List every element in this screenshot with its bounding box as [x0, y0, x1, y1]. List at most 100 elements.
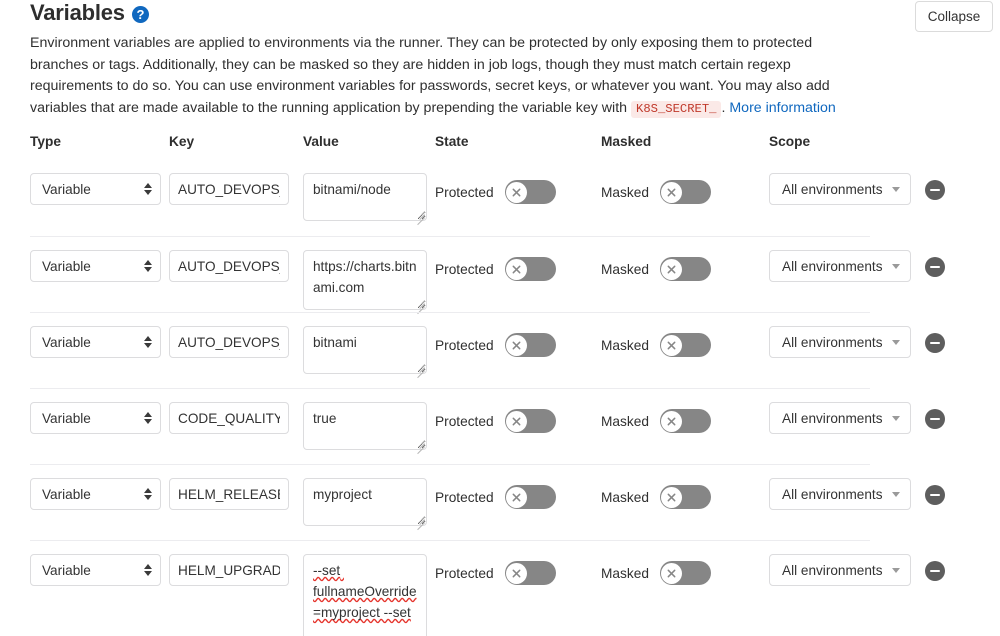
- toggle-knob: [661, 335, 682, 356]
- minus-icon: [930, 570, 940, 572]
- protected-toggle[interactable]: [505, 180, 556, 204]
- remove-cell: [925, 257, 945, 277]
- scope-dropdown[interactable]: All environments: [769, 326, 911, 358]
- close-x-icon: [667, 493, 676, 502]
- scope-dropdown[interactable]: All environments: [769, 554, 911, 586]
- masked-label: Masked: [601, 414, 649, 429]
- value-textarea[interactable]: [303, 478, 427, 526]
- scope-cell: All environments: [769, 402, 911, 434]
- masked-toggle[interactable]: [660, 561, 711, 585]
- table-row: Variable Protected: [30, 312, 870, 388]
- chevron-down-icon: [892, 264, 900, 269]
- page-title: Variables ?: [30, 0, 149, 26]
- masked-toggle[interactable]: [660, 485, 711, 509]
- state-label: Protected: [435, 414, 494, 429]
- type-select[interactable]: Variable: [30, 402, 161, 434]
- type-select[interactable]: Variable: [30, 554, 161, 586]
- protected-toggle[interactable]: [505, 561, 556, 585]
- scope-dropdown[interactable]: All environments: [769, 173, 911, 205]
- type-cell: Variable: [30, 402, 161, 434]
- key-input[interactable]: [169, 478, 289, 510]
- chevron-down-icon: [892, 187, 900, 192]
- masked-label: Masked: [601, 338, 649, 353]
- scope-dropdown[interactable]: All environments: [769, 478, 911, 510]
- close-x-icon: [512, 265, 521, 274]
- masked-toggle[interactable]: [660, 180, 711, 204]
- type-select[interactable]: Variable: [30, 173, 161, 205]
- table-row: Variable Protected: [30, 388, 870, 464]
- minus-icon: [930, 494, 940, 496]
- type-cell: Variable: [30, 173, 161, 205]
- toggle-knob: [661, 411, 682, 432]
- table-header-row: Type Key Value State Masked Scope: [0, 134, 1000, 160]
- remove-cell: [925, 409, 945, 429]
- page-title-text: Variables: [30, 0, 125, 26]
- state-cell: Protected: [435, 561, 556, 585]
- masked-toggle[interactable]: [660, 257, 711, 281]
- value-textarea[interactable]: [303, 326, 427, 374]
- column-header-masked: Masked: [601, 134, 651, 149]
- remove-variable-button[interactable]: [925, 485, 945, 505]
- table-row: Variable Protected: [30, 160, 870, 236]
- scope-dropdown[interactable]: All environments: [769, 402, 911, 434]
- toggle-knob: [661, 487, 682, 508]
- type-select[interactable]: Variable: [30, 250, 161, 282]
- more-information-link[interactable]: More information: [729, 100, 835, 116]
- toggle-knob: [506, 335, 527, 356]
- key-input[interactable]: [169, 173, 289, 205]
- type-select[interactable]: Variable: [30, 478, 161, 510]
- code-badge-k8s-secret: K8S_SECRET_: [631, 101, 721, 118]
- masked-label: Masked: [601, 566, 649, 581]
- close-x-icon: [512, 188, 521, 197]
- protected-toggle[interactable]: [505, 485, 556, 509]
- remove-variable-button[interactable]: [925, 180, 945, 200]
- value-textarea[interactable]: [303, 554, 427, 636]
- column-header-type: Type: [30, 134, 61, 149]
- protected-toggle[interactable]: [505, 257, 556, 281]
- key-cell: [169, 554, 289, 586]
- collapse-button[interactable]: Collapse: [915, 1, 993, 32]
- masked-cell: Masked: [601, 257, 711, 281]
- section-header: Variables ? Collapse: [0, 0, 1000, 34]
- column-header-state: State: [435, 134, 468, 149]
- key-input[interactable]: [169, 250, 289, 282]
- key-input[interactable]: [169, 326, 289, 358]
- question-circle-icon[interactable]: ?: [132, 6, 149, 23]
- remove-variable-button[interactable]: [925, 409, 945, 429]
- remove-variable-button[interactable]: [925, 561, 945, 581]
- value-textarea[interactable]: [303, 250, 427, 310]
- value-cell: [303, 478, 427, 526]
- variables-table: Type Key Value State Masked Scope Variab…: [0, 134, 1000, 616]
- close-x-icon: [512, 417, 521, 426]
- scope-value-label: All environments: [782, 259, 883, 274]
- type-select-wrap: Variable: [30, 478, 161, 510]
- remove-variable-button[interactable]: [925, 257, 945, 277]
- masked-toggle[interactable]: [660, 409, 711, 433]
- scope-cell: All environments: [769, 478, 911, 510]
- column-header-key: Key: [169, 134, 194, 149]
- masked-cell: Masked: [601, 409, 711, 433]
- protected-toggle[interactable]: [505, 409, 556, 433]
- value-textarea[interactable]: [303, 173, 427, 221]
- remove-cell: [925, 180, 945, 200]
- value-cell: [303, 250, 427, 310]
- chevron-down-icon: [892, 416, 900, 421]
- key-input[interactable]: [169, 554, 289, 586]
- scope-cell: All environments: [769, 554, 911, 586]
- value-textarea[interactable]: [303, 402, 427, 450]
- type-select[interactable]: Variable: [30, 326, 161, 358]
- close-x-icon: [512, 569, 521, 578]
- remove-variable-button[interactable]: [925, 333, 945, 353]
- value-textarea-wrap: [303, 554, 427, 636]
- masked-toggle[interactable]: [660, 333, 711, 357]
- close-x-icon: [667, 569, 676, 578]
- masked-label: Masked: [601, 262, 649, 277]
- value-textarea-wrap: [303, 250, 427, 310]
- key-input[interactable]: [169, 402, 289, 434]
- close-x-icon: [512, 493, 521, 502]
- protected-toggle[interactable]: [505, 333, 556, 357]
- type-select-wrap: Variable: [30, 173, 161, 205]
- scope-dropdown[interactable]: All environments: [769, 250, 911, 282]
- toggle-knob: [661, 563, 682, 584]
- type-cell: Variable: [30, 326, 161, 358]
